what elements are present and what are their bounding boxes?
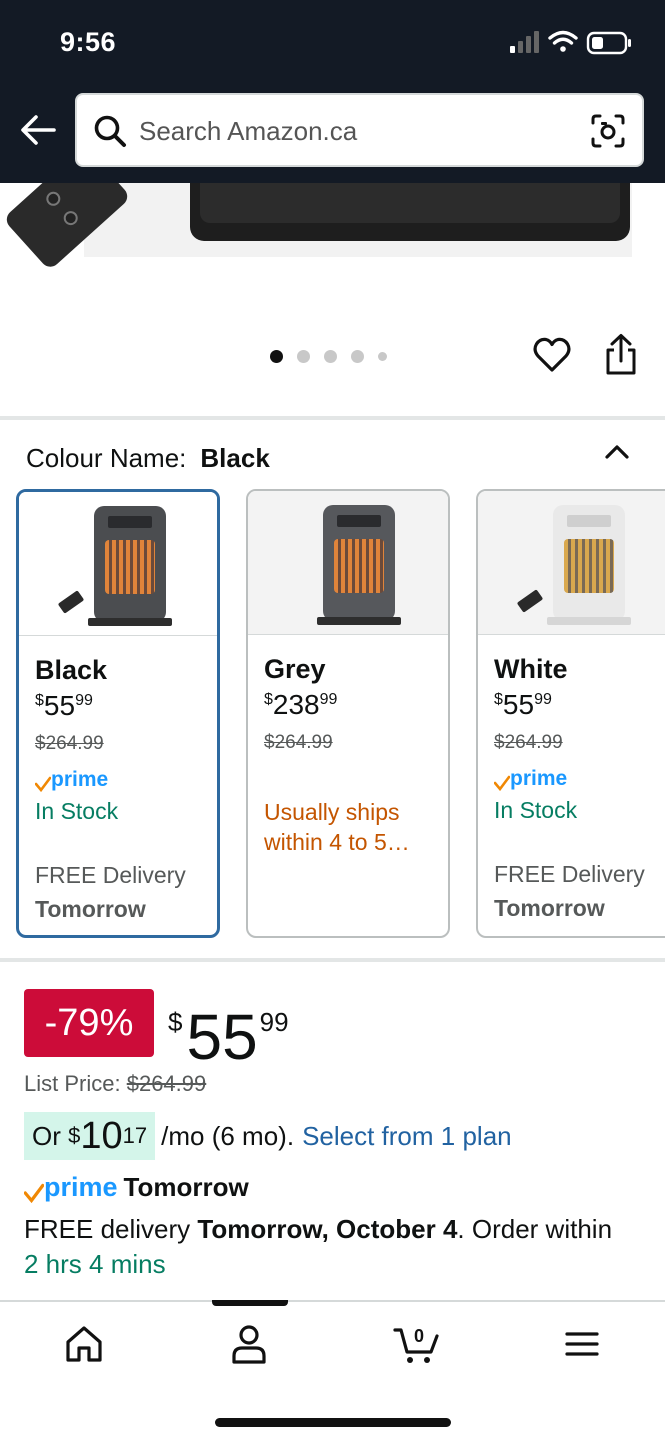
delivery-countdown: 2 hrs 4 mins — [24, 1249, 166, 1279]
cart-count: 0 — [414, 1326, 424, 1346]
variant-image — [19, 492, 217, 636]
top-header: 9:56 — [0, 0, 665, 183]
heart-icon[interactable] — [532, 335, 572, 375]
carousel-dot[interactable] — [270, 349, 283, 363]
cart-icon[interactable]: 0 — [393, 1322, 441, 1366]
carousel-dots[interactable] — [270, 347, 387, 365]
installment-offer: Or $10 17 /mo (6 mo). Select from 1 plan — [24, 1112, 512, 1160]
remote-thumbnail — [516, 589, 544, 613]
prime-check-icon — [24, 1183, 44, 1203]
colour-name-value: Black — [200, 443, 270, 473]
list-price: List Price: $264.99 — [24, 1071, 207, 1096]
menu-icon[interactable] — [560, 1322, 604, 1366]
stock-status: In Stock — [494, 797, 578, 823]
section-divider — [0, 958, 665, 962]
delivery-message: FREE delivery Tomorrow, October 4. Order… — [24, 1214, 613, 1279]
battery-icon — [586, 31, 631, 55]
variant-card-white[interactable]: White $5599 $264.99 prime In Stock FREE … — [476, 489, 665, 938]
prime-check-icon — [494, 775, 510, 791]
remote-thumbnail — [57, 590, 85, 614]
variant-name: Grey — [264, 654, 326, 684]
share-icon[interactable] — [602, 333, 640, 377]
installment-term: /mo (6 mo). — [161, 1120, 295, 1151]
signal-icon — [510, 31, 539, 53]
carousel-dot[interactable] — [378, 351, 387, 361]
home-indicator — [215, 1418, 451, 1427]
search-icon — [94, 115, 126, 147]
variant-image — [478, 491, 665, 635]
delivery-day: Tomorrow — [494, 895, 605, 921]
delivery-label: FREE Delivery — [35, 862, 186, 888]
active-tab-indicator — [212, 1300, 288, 1306]
installment-amount: Or $10 17 — [24, 1112, 156, 1160]
variant-card-grey[interactable]: Grey $23899 $264.99 Usually ships within… — [246, 489, 450, 938]
prime-delivery-badge: prime Tomorrow — [24, 1172, 249, 1203]
search-input[interactable] — [139, 111, 559, 151]
prime-check-icon — [35, 776, 51, 792]
stock-status: In Stock — [35, 798, 119, 824]
heater-thumbnail — [547, 505, 631, 625]
section-divider — [0, 416, 665, 420]
carousel-dot[interactable] — [324, 349, 337, 363]
product-image-carousel[interactable] — [0, 183, 665, 416]
carousel-dot[interactable] — [297, 349, 310, 363]
home-icon[interactable] — [62, 1322, 106, 1366]
variant-list-price: $264.99 — [494, 732, 563, 753]
variant-list-price: $264.99 — [35, 733, 104, 754]
variant-price: $5599 — [494, 689, 552, 720]
carousel-dot[interactable] — [351, 349, 364, 363]
variant-card-black[interactable]: Black $5599 $264.99 prime In Stock FREE … — [16, 489, 220, 938]
chevron-up-icon[interactable] — [603, 440, 631, 464]
shipping-status: Usually ships within 4 to 5… — [264, 799, 410, 855]
variant-name: White — [494, 654, 568, 684]
status-icons — [510, 30, 631, 55]
heater-thumbnail — [317, 505, 401, 625]
variant-list-price: $264.99 — [264, 732, 333, 753]
variant-price: $5599 — [35, 690, 93, 721]
discount-badge: -79% — [24, 989, 154, 1057]
variant-image — [248, 491, 448, 635]
delivery-label: FREE Delivery — [494, 861, 645, 887]
account-icon[interactable] — [227, 1322, 271, 1366]
delivery-day: Tomorrow — [35, 896, 146, 922]
wifi-icon — [548, 30, 578, 52]
search-bar[interactable] — [75, 93, 644, 167]
select-plan-link[interactable]: Select from 1 plan — [302, 1121, 512, 1152]
camera-search-icon[interactable] — [590, 113, 626, 149]
main-price: $5599 — [168, 1001, 289, 1073]
product-image-heater-detail — [200, 183, 620, 223]
colour-name-title: Colour Name: — [26, 443, 187, 473]
heater-thumbnail — [88, 506, 172, 626]
prime-badge: prime — [35, 768, 108, 797]
prime-badge: prime — [494, 767, 567, 796]
variant-name: Black — [35, 655, 108, 685]
variant-price: $23899 — [264, 689, 338, 720]
bottom-navigation: 0 — [0, 1300, 665, 1440]
status-time: 9:56 — [60, 27, 117, 57]
colour-name-label: Colour Name: Black — [26, 443, 270, 474]
back-arrow-icon[interactable] — [16, 108, 60, 152]
